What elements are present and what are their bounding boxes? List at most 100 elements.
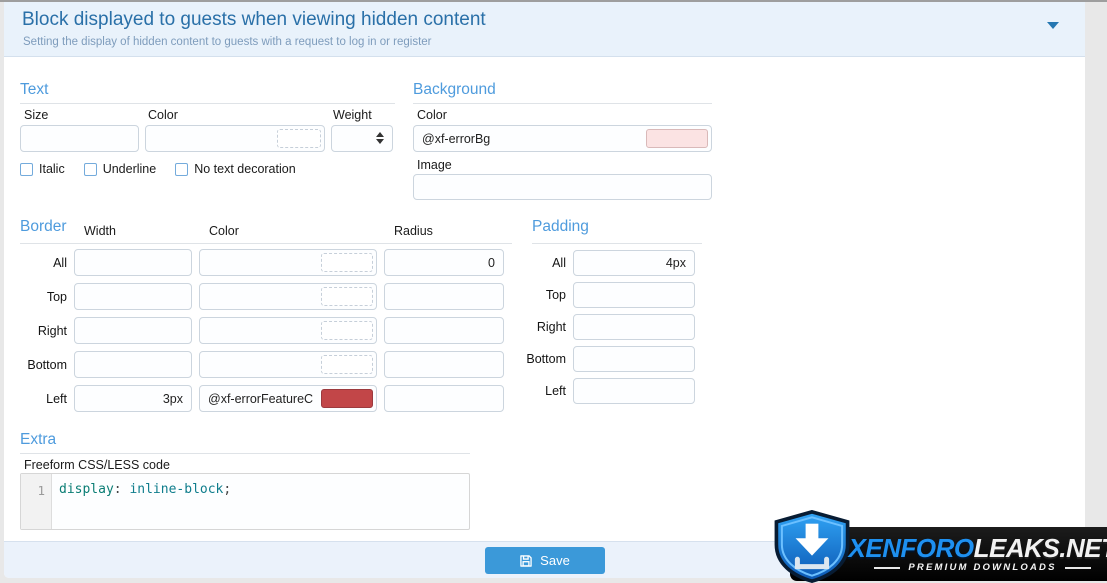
padding-right-input[interactable]	[573, 314, 695, 340]
padding-row-all: All	[504, 250, 695, 276]
border-row-label: All	[53, 255, 67, 270]
border-row-bottom: Bottom	[16, 351, 504, 378]
border-bottom-color-input[interactable]	[200, 352, 321, 377]
border-right-color-input[interactable]	[200, 318, 321, 343]
padding-top-input[interactable]	[573, 282, 695, 308]
border-right-width-input[interactable]	[74, 317, 192, 344]
background-section-divider	[413, 103, 712, 104]
border-radius-label: Radius	[394, 224, 433, 238]
border-left-radius-input[interactable]	[384, 385, 504, 412]
css-terminator-token: ;	[223, 482, 232, 497]
save-button-label: Save	[540, 553, 570, 568]
border-left-color-swatch[interactable]	[321, 389, 373, 408]
border-left-width-input[interactable]	[74, 385, 192, 412]
border-top-radius-input[interactable]	[384, 283, 504, 310]
xenforoleaks-watermark: XenForoLeaks.net Premium Downloads	[770, 510, 1107, 583]
floppy-disk-icon	[520, 554, 532, 567]
border-top-color-group	[199, 283, 377, 310]
padding-section-divider	[532, 243, 702, 244]
border-top-color-swatch[interactable]	[321, 287, 373, 306]
underline-checkbox[interactable]	[83, 162, 97, 176]
padding-row-label: Top	[545, 288, 566, 302]
italic-option: Italic	[20, 162, 65, 176]
chevron-down-icon[interactable]	[1047, 22, 1059, 29]
block-style-panel: Block displayed to guests when viewing h…	[4, 2, 1085, 578]
freeform-css-label: Freeform CSS/LESS code	[24, 458, 170, 472]
border-row-top: Top	[16, 283, 504, 310]
border-top-width-input[interactable]	[74, 283, 192, 310]
border-bottom-width-input[interactable]	[74, 351, 192, 378]
padding-row-left: Left	[504, 378, 695, 404]
italic-checkbox[interactable]	[20, 162, 33, 176]
background-section-heading: Background	[413, 81, 496, 98]
border-left-color-group	[199, 385, 377, 412]
text-weight-label: Weight	[333, 108, 372, 122]
border-row-all: All	[16, 249, 504, 276]
border-section-heading: Border	[20, 218, 67, 235]
watermark-brand: XenForoLeaks.net	[849, 535, 1107, 561]
background-color-group	[413, 125, 712, 152]
padding-row-right: Right	[504, 314, 695, 340]
border-right-color-swatch[interactable]	[321, 321, 373, 340]
italic-label: Italic	[39, 162, 65, 176]
extra-section-heading: Extra	[20, 431, 57, 448]
extra-section-divider	[20, 453, 470, 454]
save-button[interactable]: Save	[484, 547, 605, 574]
border-section-divider	[20, 243, 512, 244]
border-all-color-swatch[interactable]	[321, 253, 373, 272]
editor-gutter: 1	[21, 474, 52, 529]
underline-label: Underline	[102, 162, 157, 176]
no-text-decoration-checkbox[interactable]	[175, 162, 189, 176]
panel-header: Block displayed to guests when viewing h…	[4, 2, 1085, 57]
css-property-token: display	[59, 482, 114, 497]
border-bottom-color-swatch[interactable]	[321, 355, 373, 374]
style-property-editor-screen: Block displayed to guests when viewing h…	[0, 0, 1107, 583]
padding-row-bottom: Bottom	[504, 346, 695, 372]
download-shield-icon	[774, 510, 850, 583]
text-section-divider	[20, 103, 395, 104]
text-color-label: Color	[148, 108, 178, 122]
background-color-swatch[interactable]	[646, 129, 708, 148]
padding-left-input[interactable]	[573, 378, 695, 404]
border-width-label: Width	[84, 224, 116, 238]
text-color-input[interactable]	[146, 126, 277, 151]
background-image-label: Image	[417, 158, 452, 172]
weight-select[interactable]	[331, 125, 393, 152]
border-color-label: Color	[209, 224, 239, 238]
page-subtitle: Setting the display of hidden content to…	[23, 36, 432, 48]
text-section-heading: Text	[20, 81, 49, 98]
padding-all-input[interactable]	[573, 250, 695, 276]
watermark-tagline: Premium Downloads	[874, 562, 1090, 573]
border-bottom-radius-input[interactable]	[384, 351, 504, 378]
padding-bottom-input[interactable]	[573, 346, 695, 372]
border-row-label: Top	[46, 289, 67, 304]
border-top-color-input[interactable]	[200, 284, 321, 309]
background-image-input[interactable]	[413, 174, 712, 200]
watermark-brand-primary: XenForo	[848, 533, 975, 563]
border-bottom-color-group	[199, 351, 377, 378]
css-value-token: inline-block	[129, 482, 224, 497]
background-color-input[interactable]	[414, 126, 646, 151]
border-all-color-input[interactable]	[200, 250, 321, 275]
padding-row-top: Top	[504, 282, 695, 308]
text-decoration-options: Italic Underline No text decoration	[20, 162, 296, 176]
padding-row-label: Left	[545, 384, 566, 398]
border-row-label: Bottom	[27, 357, 67, 372]
no-text-decoration-label: No text decoration	[194, 162, 296, 176]
border-left-color-input[interactable]	[200, 386, 321, 411]
border-all-radius-input[interactable]	[384, 249, 504, 276]
underline-option: Underline	[83, 162, 157, 176]
padding-row-label: Right	[536, 320, 566, 334]
border-right-radius-input[interactable]	[384, 317, 504, 344]
padding-row-label: Bottom	[526, 352, 566, 366]
page-title: Block displayed to guests when viewing h…	[22, 9, 486, 30]
text-size-input[interactable]	[20, 125, 139, 152]
text-color-swatch[interactable]	[277, 129, 321, 148]
css-separator-token: :	[113, 482, 130, 497]
css-code-editor[interactable]: 1 display: inline-block;	[20, 473, 470, 530]
border-row-left: Left	[16, 385, 504, 412]
text-size-label: Size	[24, 108, 49, 122]
background-color-label: Color	[417, 108, 447, 122]
border-all-width-input[interactable]	[74, 249, 192, 276]
border-right-color-group	[199, 317, 377, 344]
